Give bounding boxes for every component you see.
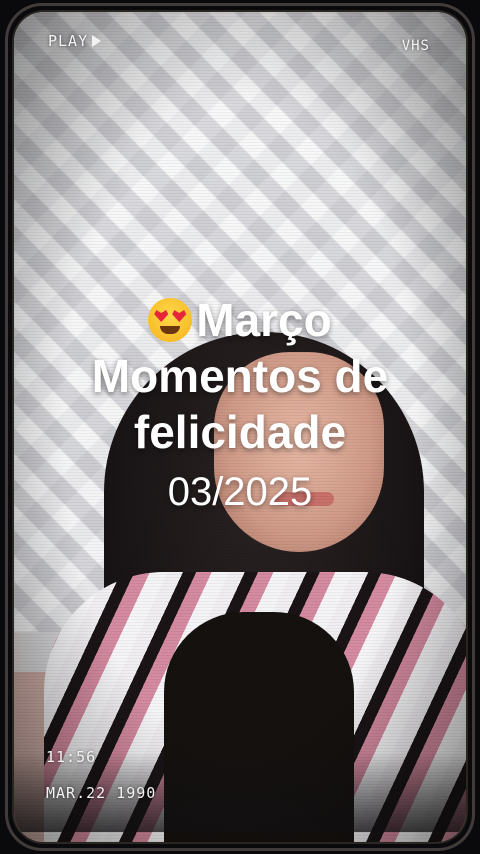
- heart-eyes-emoji-icon: [148, 298, 193, 342]
- play-label: PLAY: [48, 32, 89, 50]
- caption-line3: felicidade: [133, 406, 347, 458]
- timestamp-date: MAR.22 1990: [46, 784, 157, 802]
- caption-month: Março: [196, 294, 332, 346]
- caption-block: Março Momentos de felicidade 03/2025: [14, 292, 466, 516]
- play-icon: [92, 35, 102, 47]
- timestamp-time: 11:56: [46, 748, 97, 766]
- caption-line1: Março: [14, 292, 466, 348]
- vhs-label: VHS: [401, 38, 430, 54]
- play-indicator: PLAY: [48, 32, 102, 50]
- caption-date: 03/2025: [167, 470, 313, 514]
- video-frame[interactable]: PLAY VHS 11:56 MAR.22 1990 Março Momento…: [14, 12, 466, 842]
- caption-line2: Momentos de: [91, 350, 389, 402]
